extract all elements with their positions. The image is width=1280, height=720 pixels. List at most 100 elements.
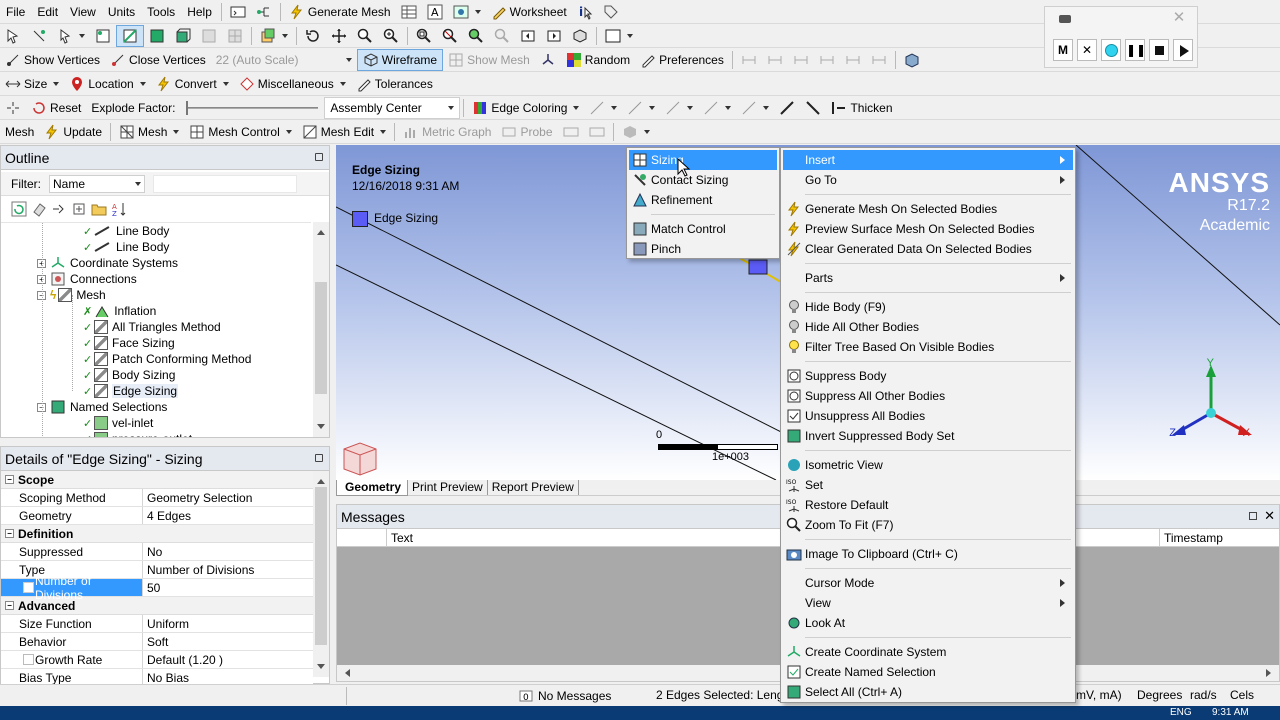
row-behavior[interactable]: Behavior Soft	[1, 633, 313, 651]
convert-dropdown[interactable]: Convert	[151, 73, 234, 95]
tab-report-preview[interactable]: Report Preview	[488, 480, 579, 495]
edge-direction-icon[interactable]	[774, 97, 800, 119]
select-cursor-icon[interactable]	[0, 25, 26, 47]
submenu-item-match-control[interactable]: Match Control	[629, 219, 777, 239]
ctx-preview-surface-mesh[interactable]: Preview Surface Mesh On Selected Bodies	[783, 219, 1073, 239]
tab-geometry[interactable]: Geometry	[336, 480, 409, 496]
view-cube-icon[interactable]	[340, 441, 380, 477]
expand-all-icon[interactable]	[71, 201, 87, 217]
ctx-zoom-to-fit[interactable]: Zoom To Fit (F7)	[783, 515, 1073, 535]
command-icon[interactable]	[225, 1, 251, 23]
package-icon[interactable]	[899, 49, 925, 71]
pin-icon[interactable]	[315, 454, 323, 462]
ctx-hide-body[interactable]: Hide Body (F9)	[783, 297, 1073, 317]
edge-style-1-dropdown[interactable]	[584, 97, 622, 119]
face-filter-icon[interactable]	[144, 25, 170, 47]
mesh-dropdown[interactable]: Mesh	[114, 121, 184, 143]
tree-item-all-triangles[interactable]: ✓ All Triangles Method	[83, 319, 221, 335]
ctx-restore-default[interactable]: ISO Restore Default	[783, 495, 1073, 515]
menu-file[interactable]: File	[0, 1, 31, 23]
menu-view[interactable]: View	[64, 1, 102, 23]
edge-style-4-dropdown[interactable]	[698, 97, 736, 119]
zoom-all-icon[interactable]	[463, 25, 489, 47]
probe-button[interactable]: Probe	[496, 121, 557, 143]
dimension-tool-2-icon[interactable]	[762, 49, 788, 71]
vertex-select-icon[interactable]	[26, 25, 52, 47]
info-cursor-icon[interactable]: i	[572, 1, 598, 23]
row-size-function[interactable]: Size Function Uniform	[1, 615, 313, 633]
explode-factor-slider[interactable]	[186, 100, 319, 115]
row-geometry[interactable]: Geometry 4 Edges	[1, 507, 313, 525]
col-timestamp[interactable]: Timestamp	[1159, 529, 1279, 546]
parameter-checkbox[interactable]	[23, 654, 34, 665]
close-vertices-button[interactable]: Close Vertices	[105, 49, 211, 71]
menu-help[interactable]: Help	[181, 1, 218, 23]
extend-selection-dropdown[interactable]	[255, 25, 293, 47]
reset-button[interactable]: Reset	[26, 97, 86, 119]
pin-icon[interactable]	[315, 153, 323, 161]
row-growth-rate[interactable]: Growth Rate Default (1.20 )	[1, 651, 313, 669]
mesh-control-dropdown[interactable]: Mesh Control	[184, 121, 296, 143]
miscellaneous-dropdown[interactable]: Miscellaneous	[234, 73, 351, 95]
min-icon[interactable]	[584, 121, 610, 143]
menu-tools[interactable]: Tools	[141, 1, 181, 23]
body-filter-icon[interactable]	[170, 25, 196, 47]
ctx-filter-tree-visible[interactable]: Filter Tree Based On Visible Bodies	[783, 337, 1073, 357]
max-icon[interactable]	[558, 121, 584, 143]
dimension-tool-icon[interactable]	[736, 49, 762, 71]
select-mode-dropdown[interactable]	[52, 25, 90, 47]
tree-filter-icon[interactable]	[51, 201, 67, 217]
ctx-suppress-body[interactable]: Suppress Body	[783, 366, 1073, 386]
show-vertices-button[interactable]: Show Vertices	[0, 49, 105, 71]
ctx-view[interactable]: View	[783, 593, 1073, 613]
filter-type-select[interactable]: Name	[49, 174, 145, 193]
previous-view-icon[interactable]	[515, 25, 541, 47]
ctx-hide-all-other[interactable]: Hide All Other Bodies	[783, 317, 1073, 337]
ctx-parts[interactable]: Parts	[783, 268, 1073, 288]
tab-print-preview[interactable]: Print Preview	[408, 480, 488, 495]
row-suppressed[interactable]: Suppressed No	[1, 543, 313, 561]
update-button[interactable]: Update	[39, 121, 107, 143]
sort-icon[interactable]: AZ	[111, 201, 127, 217]
recorder-record-button[interactable]	[1101, 39, 1121, 61]
ctx-set[interactable]: ISO Set	[783, 475, 1073, 495]
tree-item-line-body-2[interactable]: ✓ Line Body	[83, 239, 169, 255]
ctx-create-named-selection[interactable]: Create Named Selection	[783, 662, 1073, 682]
details-scroll-thumb[interactable]	[315, 487, 327, 645]
tolerances-button[interactable]: Tolerances	[351, 73, 438, 95]
zoom-disabled-icon[interactable]	[489, 25, 515, 47]
worksheet-button[interactable]: Worksheet	[486, 1, 572, 23]
ctx-suppress-all-other[interactable]: Suppress All Other Bodies	[783, 386, 1073, 406]
folder-icon[interactable]	[91, 201, 107, 217]
edge-coloring-dropdown[interactable]: Edge Coloring	[467, 97, 584, 119]
next-view-icon[interactable]	[541, 25, 567, 47]
status-no-messages[interactable]: 0 No Messages	[518, 688, 611, 704]
explode-icon[interactable]	[0, 97, 26, 119]
section-definition[interactable]: − Definition	[1, 525, 313, 543]
mesh-edit-dropdown[interactable]: Mesh Edit	[297, 121, 391, 143]
auto-scale-select[interactable]: 22 (Auto Scale)	[211, 49, 357, 71]
thicken-button[interactable]: Thicken	[826, 97, 897, 119]
metric-graph-button[interactable]: Metric Graph	[398, 121, 496, 143]
close-messages-icon[interactable]: ✕	[1264, 508, 1275, 524]
size-dropdown[interactable]: Size	[0, 73, 64, 95]
ctx-isometric-view[interactable]: Isometric View	[783, 455, 1073, 475]
tree-item-coordinate-systems[interactable]: + Coordinate Systems	[37, 255, 178, 271]
tree-item-pressure-outlet[interactable]: ✓pressure-outlet	[83, 431, 192, 437]
edge-style-2-dropdown[interactable]	[622, 97, 660, 119]
recorder-stop-button[interactable]	[1149, 39, 1169, 61]
pan-icon[interactable]	[326, 25, 352, 47]
rotate-icon[interactable]	[300, 25, 326, 47]
details-scrollbar[interactable]	[313, 471, 329, 677]
ctx-create-coordinate-system[interactable]: Create Coordinate System	[783, 642, 1073, 662]
ctx-invert-suppressed[interactable]: Invert Suppressed Body Set	[783, 426, 1073, 446]
tree-item-inflation[interactable]: ✗ Inflation	[83, 303, 156, 319]
ctx-go-to[interactable]: Go To	[783, 170, 1073, 190]
box-zoom-icon[interactable]	[378, 25, 404, 47]
tree-link-icon[interactable]	[251, 1, 277, 23]
status-cels[interactable]: Cels	[1230, 688, 1254, 702]
menu-units[interactable]: Units	[102, 1, 141, 23]
tree-item-body-sizing[interactable]: ✓ Body Sizing	[83, 367, 175, 383]
recorder-close-button[interactable]: ✕	[1169, 9, 1189, 27]
outline-scrollbar[interactable]	[313, 222, 329, 437]
